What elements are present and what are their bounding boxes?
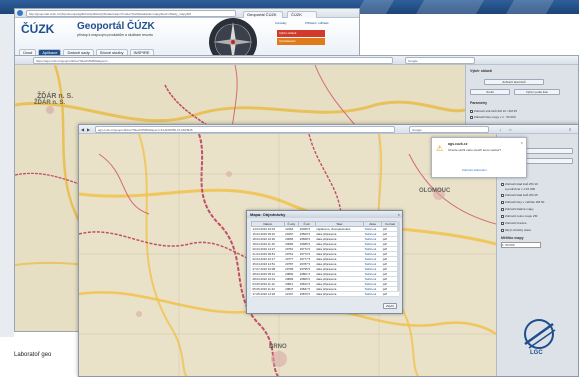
footer-text: Laboratoř geo <box>14 352 52 358</box>
mid-search-field[interactable]: Google <box>405 57 475 64</box>
svg-text:LGC: LGC <box>530 350 543 354</box>
table-cell: data připravena <box>315 291 364 297</box>
mid-side-item-1[interactable]: Zobrazit sítě listů ZM 10 / ZM 25 <box>470 109 565 113</box>
orders-dialog: Mapa: Objednávky × Datum Č.obj. Č.úč. Stav A… <box>246 210 403 314</box>
checkbox-icon[interactable] <box>501 228 504 232</box>
header-link-kontakty[interactable]: Kontakty <box>275 21 287 25</box>
mid-browser-toolbar: https://ags.cuzk.cz/geoprohlizec/?klad=Z… <box>15 56 578 65</box>
dialog-scrollbar[interactable] <box>397 221 400 291</box>
map-label-zdar-mid: ŽĎÁR n. S. <box>37 93 74 100</box>
table-cell: pdf <box>381 291 399 297</box>
popup-text: Chcete uložit nebo otevřít tento soubor? <box>448 148 502 152</box>
site-title: Geoportál ČÚZK <box>77 21 155 32</box>
map-label-olomouc: OLOMOUC <box>419 188 451 194</box>
checkbox-icon[interactable] <box>501 207 504 211</box>
front-search-field[interactable]: Google <box>409 126 489 133</box>
checkbox-icon[interactable] <box>501 193 504 197</box>
checkbox-icon[interactable] <box>470 115 473 119</box>
table-cell: 17.05.2016 14:18 <box>251 291 285 297</box>
slide-left-strip <box>0 14 14 337</box>
back-tab-2[interactable]: ČÚZK <box>287 11 317 18</box>
mid-side-heading-1: Výběr oblasti <box>470 69 492 73</box>
cuzk-logo: ČÚZK <box>21 22 55 36</box>
front-side-item-3[interactable]: Zobrazit listy v měřítku ZM 50 <box>501 200 578 204</box>
menu-icon[interactable]: ≡ <box>569 127 571 132</box>
dialog-close-button[interactable]: Zavřít <box>383 303 397 309</box>
mid-url-field[interactable]: https://ags.cuzk.cz/geoprohlizec/?klad=Z… <box>33 57 393 64</box>
mid-side-heading-2: Parametry <box>470 101 488 105</box>
checkbox-icon[interactable] <box>501 182 504 186</box>
map-label-brno: BRNO <box>269 344 287 350</box>
front-side-scale-select[interactable]: 1: 50 000 <box>501 242 541 248</box>
checkbox-icon[interactable] <box>501 200 504 204</box>
front-url-field[interactable]: ags.cuzk.cz/geoprohlizec/?klad=ZM50&laye… <box>95 126 395 133</box>
orders-table: Datum Č.obj. Č.úč. Stav Akce Formát 14.04.201… <box>251 221 399 297</box>
front-back-icon[interactable]: ◀ <box>81 127 84 132</box>
front-side-scale-heading: Měřítko mapy <box>501 236 524 240</box>
popup-title: ags.cuzk.cz <box>448 142 468 146</box>
back-nav-icon[interactable] <box>17 10 23 16</box>
front-side-item-4[interactable]: Zobrazit kladné mapy <box>501 207 578 211</box>
mid-side-button-1[interactable]: Zobrazit klad listů <box>484 79 544 85</box>
header-link-login[interactable]: Přihlásit / odhlásit <box>305 21 329 25</box>
checkbox-icon[interactable] <box>470 109 473 113</box>
front-side-item-2[interactable]: Zobrazit klad listů ZM 25 <box>501 193 578 197</box>
map-label-zdar-back: ŽĎÁR n. S. <box>34 100 65 106</box>
download-popup: ⚠ ags.cuzk.cz Chcete uložit nebo otevřít… <box>431 137 527 178</box>
lgc-logo-icon: LGC <box>524 319 556 354</box>
popup-link[interactable]: Zobrazit stahování <box>462 168 487 172</box>
front-side-item-5[interactable]: Zobrazit celou mapu ZM <box>501 214 578 218</box>
mid-side-button-2[interactable]: Zrušit <box>470 89 510 95</box>
front-side-item-1b: a podrobné v 1:10 000 <box>505 187 536 191</box>
front-side-item-1[interactable]: Zobrazit klad listů ZM 10 <box>501 182 578 186</box>
dialog-close-icon[interactable]: × <box>398 212 400 217</box>
presentation-slide: http://geoportal.cuzk.cz/(S(ovkuuupp4gfk… <box>0 0 579 377</box>
mid-side-button-3[interactable]: Výběr podle listu <box>514 89 560 95</box>
header-badge-1[interactable]: Výběr oblasti <box>277 30 325 37</box>
header-badge-2[interactable]: Vyhledávání <box>277 38 325 45</box>
front-side-item-7[interactable]: Skrýt obrázky stavu <box>501 228 578 232</box>
home-icon[interactable]: ⌂ <box>509 127 511 132</box>
mid-side-item-2[interactable]: Zobrazit listy mapy v 1 : 50 000 <box>470 115 565 119</box>
checkbox-icon[interactable] <box>501 214 504 218</box>
download-icon[interactable]: ↓ <box>499 127 501 132</box>
warning-icon: ⚠ <box>436 144 444 153</box>
front-browser-toolbar: ◀ ▶ ags.cuzk.cz/geoprohlizec/?klad=ZM50&… <box>79 125 578 134</box>
table-cell: 23870 5 <box>298 291 316 297</box>
front-forward-icon[interactable]: ▶ <box>87 127 90 132</box>
popup-close-icon[interactable]: × <box>521 140 523 145</box>
download-link[interactable]: Stáhnout <box>363 291 382 297</box>
front-side-item-6[interactable]: Zobrazit hranice <box>501 221 578 225</box>
site-subtitle: přístup k mapovým produktům a službám re… <box>77 33 153 37</box>
back-browser-toolbar: http://geoportal.cuzk.cz/(S(ovkuuupp4gfk… <box>15 9 359 18</box>
table-row: 17.05.2016 14:18 22107 23870 5 data připrav… <box>251 291 399 297</box>
table-cell: 22107 <box>284 291 299 297</box>
checkbox-icon[interactable] <box>501 221 504 225</box>
dialog-title: Mapa: Objednávky <box>247 211 402 218</box>
